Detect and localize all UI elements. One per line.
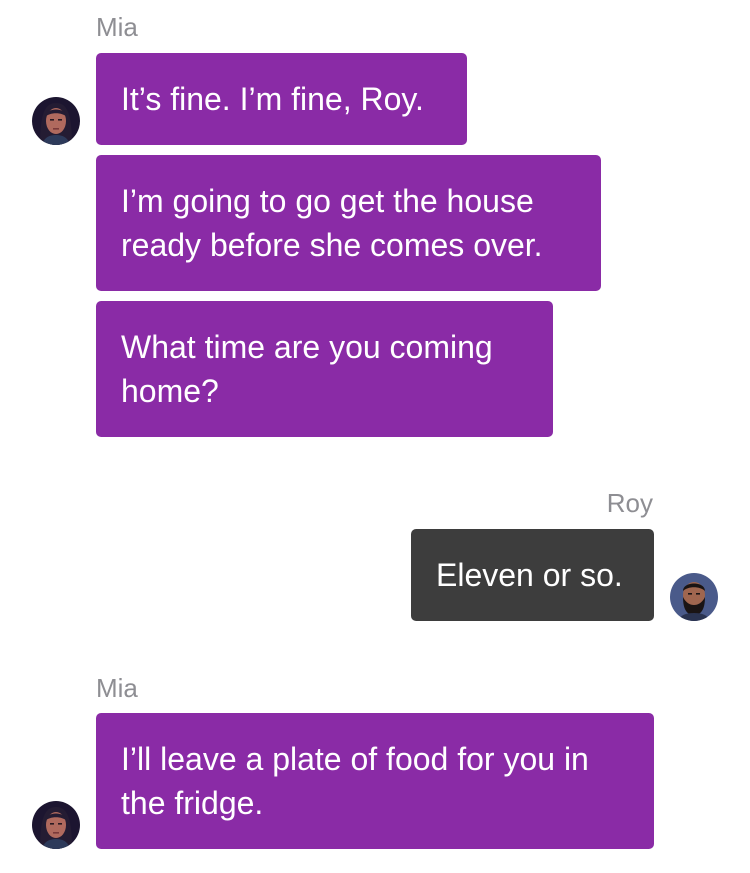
mia-avatar[interactable]	[32, 801, 80, 849]
mia-avatar[interactable]	[32, 97, 80, 145]
roy-avatar-image	[670, 573, 718, 621]
message-bubble[interactable]: I’m going to go get the house ready befo…	[96, 155, 601, 291]
sender-name-mia: Mia	[96, 673, 138, 703]
sender-name-mia: Mia	[96, 12, 138, 42]
message-bubble[interactable]: What time are you coming home?	[96, 301, 553, 437]
message-bubble[interactable]: It’s fine. I’m fine, Roy.	[96, 53, 467, 145]
mia-avatar-image	[32, 801, 80, 849]
sender-name-roy: Roy	[606, 488, 653, 518]
message-bubble[interactable]: Eleven or so.	[411, 529, 654, 621]
mia-avatar-image	[32, 97, 80, 145]
roy-avatar[interactable]	[670, 573, 718, 621]
message-bubble[interactable]: I’ll leave a plate of food for you in th…	[96, 713, 654, 849]
